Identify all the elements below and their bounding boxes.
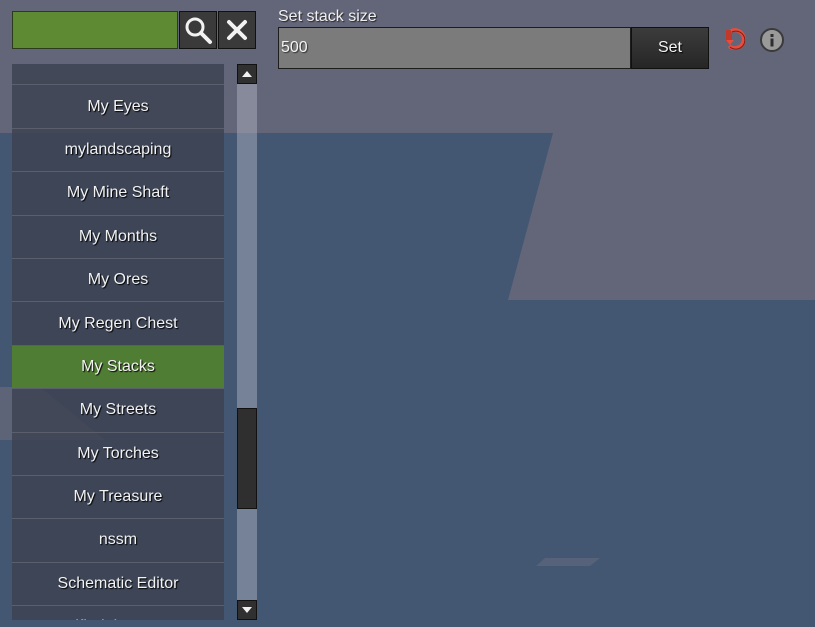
search-input[interactable] — [12, 11, 178, 49]
set-button[interactable]: Set — [631, 27, 709, 69]
list-item-label: My Eyes — [87, 97, 149, 115]
list-item[interactable]: unified_inventory — [12, 606, 224, 620]
list-item[interactable]: My Streets — [12, 389, 224, 433]
scroll-up-button[interactable] — [237, 64, 257, 84]
list-item-label: My Months — [78, 227, 158, 245]
info-icon[interactable] — [758, 26, 786, 54]
list-item-label: My Mine Shaft — [66, 184, 170, 202]
list-item[interactable]: My Treasure — [12, 475, 224, 520]
arrow-down-icon — [242, 607, 252, 613]
red-refresh-icon[interactable] — [722, 26, 750, 54]
list-item-label: My Torches — [77, 444, 159, 462]
list-item[interactable]: My Eyes — [12, 85, 224, 129]
search-button[interactable] — [179, 11, 217, 49]
list-item-label: unified_inventory — [58, 618, 179, 620]
list-item[interactable]: mylandscaping — [12, 128, 224, 173]
list-scrollbar[interactable] — [237, 64, 257, 620]
list-item-label: nssm — [98, 531, 138, 549]
clear-search-button[interactable] — [218, 11, 256, 49]
list-item[interactable]: My Torches — [12, 432, 224, 476]
list-item[interactable]: My Mine Shaft — [12, 172, 224, 216]
mod-list[interactable]: My Eyes mylandscaping My Mine Shaft My Mont… — [12, 64, 224, 620]
close-x-icon — [227, 20, 247, 40]
list-item[interactable]: My Months — [12, 215, 224, 259]
list-item-label: My Treasure — [73, 488, 163, 506]
scroll-down-button[interactable] — [237, 600, 257, 620]
scroll-thumb[interactable] — [237, 407, 257, 509]
list-item-label: My Ores — [87, 271, 149, 289]
stack-size-input[interactable] — [278, 27, 631, 69]
magnifier-icon — [185, 17, 212, 44]
stack-size-label: Set stack size — [278, 8, 377, 25]
list-item-label: My Stacks — [81, 357, 155, 375]
list-item-label: My Streets — [79, 401, 157, 419]
list-item-label: mylandscaping — [64, 140, 172, 158]
list-item[interactable]: My Stacks — [12, 345, 224, 390]
list-item-partial-top[interactable] — [12, 64, 224, 86]
list-item[interactable]: nssm — [12, 519, 224, 563]
list-item[interactable]: My Regen Chest — [12, 302, 224, 346]
list-item[interactable]: Schematic Editor — [12, 562, 224, 607]
list-item[interactable]: My Ores — [12, 258, 224, 303]
list-item-label: My Regen Chest — [58, 314, 178, 332]
arrow-up-icon — [242, 71, 252, 77]
list-item-label: Schematic Editor — [57, 574, 179, 592]
mod-list-items: My Eyes mylandscaping My Mine Shaft My Mont… — [12, 64, 224, 620]
